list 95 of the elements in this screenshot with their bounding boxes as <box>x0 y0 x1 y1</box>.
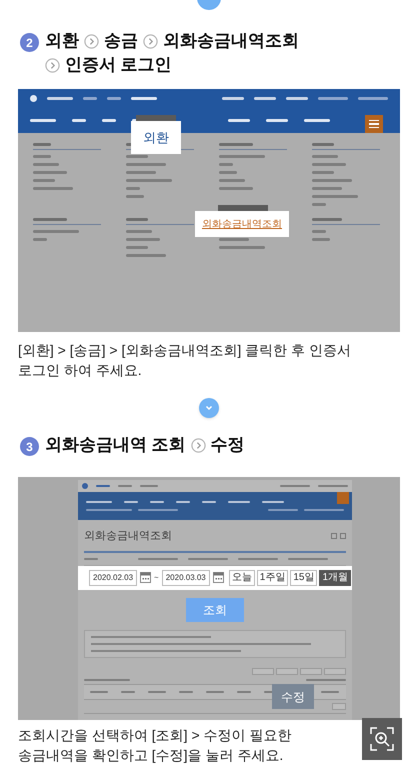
blurred-text <box>312 171 334 174</box>
blurred-text <box>33 163 59 166</box>
bookmark-icon <box>331 533 337 540</box>
calendar-icon <box>212 572 224 583</box>
blurred-text <box>33 230 79 233</box>
blurred-text <box>312 187 342 190</box>
step-title: 외화송금내역조회 <box>163 30 299 52</box>
blurred-text <box>126 171 156 174</box>
date-from-field[interactable]: 2020.02.03 <box>89 570 138 586</box>
chevron-right-icon <box>143 34 158 48</box>
link-callout: 외화송금내역조회 <box>195 211 289 237</box>
blurred-text <box>312 203 326 206</box>
toolbar-button[interactable] <box>324 668 346 674</box>
blurred-text <box>312 143 334 146</box>
blurred-text <box>107 96 121 100</box>
chevron-right-icon <box>45 58 60 72</box>
step-caption: 조회시간을 선택하여 [조회] > 수정이 필요한 송금내역을 확인하고 [수정]을 눌러 주세요. <box>18 726 292 765</box>
blurred-text <box>30 118 56 122</box>
blurred-text <box>219 238 249 241</box>
blurred-text <box>33 171 67 174</box>
blurred-text <box>126 179 172 182</box>
step-title: 송금 <box>104 30 138 52</box>
blurred-text <box>228 118 250 122</box>
menu-callout: 외환 <box>131 121 181 154</box>
step-title: 인증서 로그인 <box>65 54 172 76</box>
blurred-text <box>266 118 288 122</box>
step-title: 외화송금내역 조회 <box>45 434 186 456</box>
blurred-text <box>219 179 245 182</box>
blurred-text <box>126 187 140 190</box>
blurred-text <box>219 163 233 166</box>
blurred-text <box>33 238 47 241</box>
step-caption: [외환] > [송금] > [외화송금내역조회] 클릭한 후 인증서 로그인 하여 주세요. <box>18 341 352 380</box>
toolbar-button[interactable] <box>276 668 298 674</box>
blurred-text <box>219 187 253 190</box>
toolbar-button[interactable] <box>252 668 274 674</box>
blurred-text <box>219 246 265 249</box>
blurred-text <box>102 118 116 122</box>
blurred-text <box>219 171 237 174</box>
blurred-text <box>312 238 330 241</box>
step-title: 수정 <box>210 434 245 456</box>
blurred-text <box>312 163 346 166</box>
period-button[interactable]: 오늘 <box>228 570 255 586</box>
logo-icon <box>82 483 88 489</box>
step-number: 2 <box>20 33 39 52</box>
blurred-text <box>126 238 160 241</box>
blurred-text <box>312 195 358 198</box>
blurred-text <box>318 96 348 100</box>
page-title: 외화송금내역조회 <box>84 529 172 544</box>
chevron-right-icon <box>190 438 206 452</box>
blurred-text <box>33 155 51 158</box>
range-separator: ~ <box>154 572 159 584</box>
blurred-text <box>222 96 244 100</box>
blurred-text <box>72 118 86 122</box>
calendar-icon <box>140 572 152 583</box>
blurred-text <box>126 230 152 233</box>
blurred-text <box>83 96 97 100</box>
menu-button[interactable] <box>365 115 383 133</box>
edit-callout: 수정 <box>272 684 314 709</box>
blurred-text <box>126 254 166 257</box>
blurred-text <box>126 218 148 221</box>
blurred-text <box>254 96 276 100</box>
blurred-text <box>312 179 352 182</box>
print-icon <box>340 533 346 540</box>
blurred-text <box>312 230 326 233</box>
blurred-text <box>304 118 330 122</box>
blurred-text <box>219 155 265 158</box>
period-button[interactable]: 15일 <box>290 570 318 586</box>
chevron-right-icon <box>84 34 99 48</box>
blurred-text <box>33 218 67 221</box>
blurred-text <box>33 179 55 182</box>
chevron-down-icon <box>199 398 219 418</box>
date-to-field[interactable]: 2020.03.03 <box>162 570 210 586</box>
toolbar-button[interactable] <box>300 668 322 674</box>
period-button[interactable]: 1주일 <box>256 570 288 586</box>
magnifier-icon <box>369 726 395 752</box>
blurred-text <box>33 143 51 146</box>
blurred-text <box>312 155 338 158</box>
search-callout: 조회 <box>186 598 244 622</box>
blurred-text <box>358 96 388 100</box>
step-title: 외환 <box>45 30 79 52</box>
period-button[interactable]: 1개월 <box>319 570 352 586</box>
blurred-text <box>47 96 73 100</box>
blurred-text <box>126 155 148 158</box>
blurred-text <box>126 195 144 198</box>
blurred-text <box>131 96 157 100</box>
blurred-text <box>33 187 73 190</box>
blurred-text <box>126 246 148 249</box>
logo-icon <box>30 94 37 102</box>
blurred-text <box>219 143 253 146</box>
step-number: 3 <box>20 437 39 456</box>
blurred-text <box>126 163 166 166</box>
blurred-text <box>286 96 308 100</box>
blurred-text <box>312 218 342 221</box>
zoom-button[interactable] <box>362 718 402 760</box>
receipt-button[interactable] <box>332 702 346 710</box>
